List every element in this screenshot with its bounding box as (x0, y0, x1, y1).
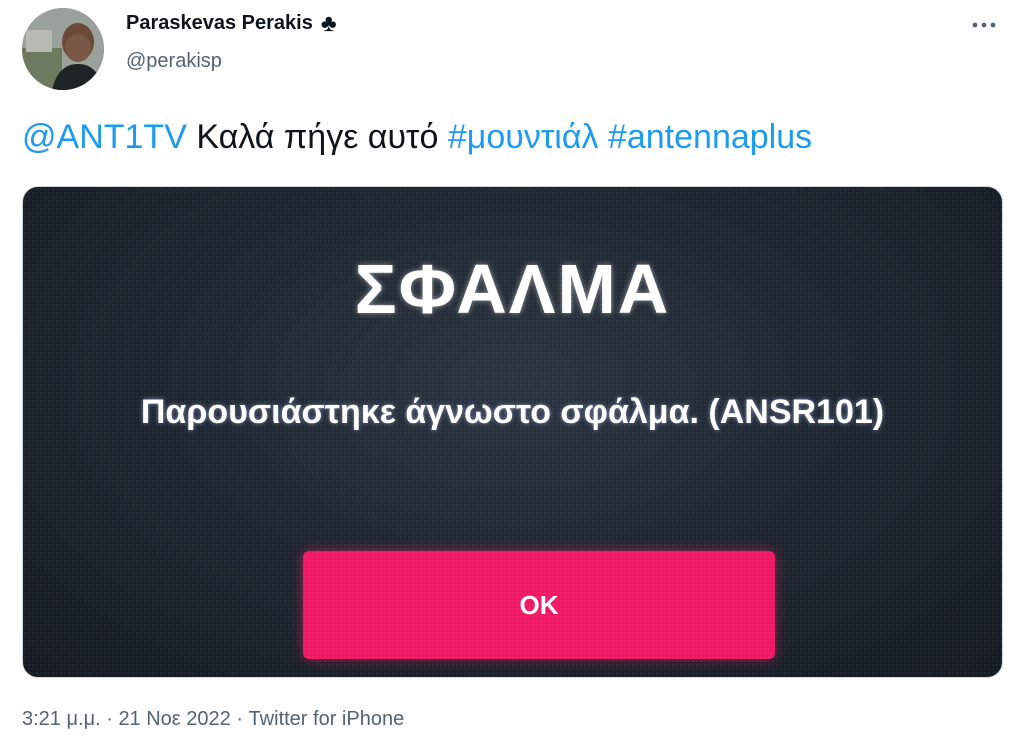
avatar-photo (22, 8, 104, 90)
author-handle[interactable]: @perakisp (126, 50, 222, 73)
mention-link[interactable]: @ANT1TV (22, 118, 187, 156)
tweet-text: @ANT1TV Καλά πήγε αυτό #μουντιάλ #antenn… (22, 118, 812, 157)
error-message: Παρουσιάστηκε άγνωστο σφάλμα. (ANSR101) (140, 393, 885, 431)
tweet-time[interactable]: 3:21 μ.μ. (22, 708, 101, 730)
tweet-meta: 3:21 μ.μ. · 21 Νοε 2022 · Twitter for iP… (22, 708, 404, 731)
tweet-media-image[interactable]: ΣΦΑΛΜΑ Παρουσιάστηκε άγνωστο σφάλμα. (AN… (22, 186, 1003, 678)
author-name[interactable]: Paraskevas Perakis (126, 12, 313, 35)
club-icon: ♣ (320, 9, 337, 37)
separator: · (100, 708, 119, 730)
tweet-source[interactable]: Twitter for iPhone (249, 708, 405, 730)
more-options-icon[interactable] (968, 12, 1000, 38)
ok-button: OK (303, 551, 775, 659)
avatar[interactable] (22, 8, 104, 90)
author-name-row: Paraskevas Perakis ♣ (126, 9, 337, 37)
hashtag-link[interactable]: #antennaplus (608, 118, 812, 156)
error-title: ΣΦΑΛΜΑ (354, 250, 671, 328)
separator: · (230, 708, 249, 730)
tweet-date[interactable]: 21 Νοε 2022 (118, 708, 230, 730)
tweet-body: Καλά πήγε αυτό (186, 118, 448, 156)
hashtag-link[interactable]: #μουντιάλ (448, 118, 599, 156)
